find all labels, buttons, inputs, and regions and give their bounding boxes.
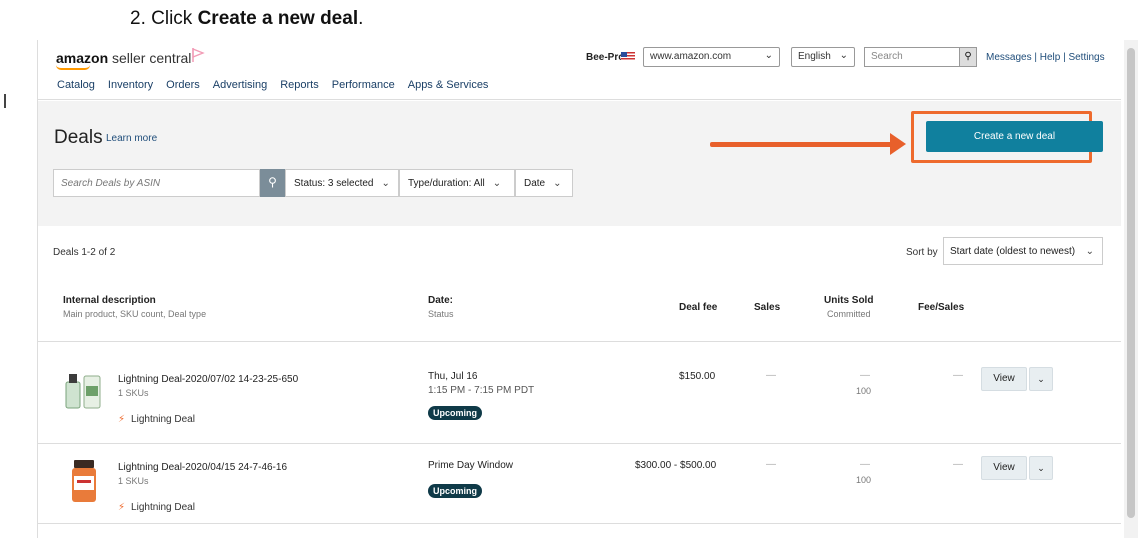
column-fee-sales[interactable]: Fee/Sales — [918, 302, 964, 313]
column-internal-sub: Main product, SKU count, Deal type — [63, 309, 207, 319]
search-icon[interactable]: ⚲ — [959, 47, 977, 67]
flag-icon[interactable] — [191, 47, 205, 63]
lightning-icon: ⚡︎ — [118, 502, 126, 513]
account-name[interactable]: Bee-Pro — [586, 52, 624, 63]
chevron-down-icon: ⌄ — [764, 50, 773, 61]
deal-fee: $150.00 — [679, 371, 716, 382]
language-value: English — [798, 51, 831, 62]
column-deal-fee[interactable]: Deal fee — [679, 302, 717, 313]
chevron-down-icon: ⌄ — [381, 178, 390, 189]
header-links[interactable]: Messages | Help | Settings — [986, 52, 1105, 63]
results-count: Deals 1-2 of 2 — [53, 247, 116, 258]
sales-value: — — [766, 370, 776, 381]
status-badge: Upcoming — [428, 484, 482, 498]
browser-frame: amazon seller central Bee-Pro www.amazon… — [37, 40, 1121, 538]
top-header: amazon seller central Bee-Pro www.amazon… — [38, 40, 1121, 100]
annotation-arrow-head — [890, 133, 906, 155]
product-thumbnail[interactable] — [64, 458, 104, 504]
nav-apps-services[interactable]: Apps & Services — [408, 79, 489, 91]
status-filter-label: Status: 3 selected — [294, 178, 374, 189]
chevron-down-icon: ⌄ — [839, 50, 848, 61]
chevron-down-icon[interactable]: ⌄ — [1029, 367, 1053, 391]
view-button[interactable]: View — [981, 367, 1027, 391]
row-divider — [38, 523, 1121, 524]
sort-by-value: Start date (oldest to newest) — [950, 246, 1076, 257]
chevron-down-icon: ⌄ — [553, 178, 562, 189]
deal-sku-count: 1 SKUs — [118, 476, 149, 486]
date-filter[interactable]: Date ⌄ — [515, 169, 573, 197]
type-filter-label: Type/duration: All — [408, 178, 485, 189]
seller-central-logo[interactable]: amazon seller central — [56, 50, 192, 70]
learn-more-link[interactable]: Learn more — [106, 133, 157, 144]
column-units-sold[interactable]: Units Sold — [824, 295, 873, 306]
sort-by-label: Sort by — [906, 247, 938, 258]
column-date-sub: Status — [428, 309, 454, 319]
annotation-arrow — [710, 142, 895, 147]
deal-type-label: Lightning Deal — [131, 502, 195, 513]
column-date[interactable]: Date: — [428, 295, 453, 306]
type-duration-filter[interactable]: Type/duration: All ⌄ — [399, 169, 515, 197]
units-sold-value: — — [860, 370, 870, 381]
committed-value: 100 — [856, 475, 872, 485]
create-new-deal-button[interactable]: Create a new deal — [926, 121, 1103, 152]
units-sold-value: — — [860, 459, 870, 470]
nav-performance[interactable]: Performance — [332, 79, 395, 91]
table-row: Lightning Deal-2020/07/02 14-23-25-650 1… — [38, 342, 1121, 434]
logo-smile — [56, 65, 90, 70]
instruction-text: 2. Click Create a new deal. — [130, 8, 363, 30]
scrollbar-thumb[interactable] — [1127, 48, 1135, 518]
left-edge-mark — [4, 94, 6, 108]
header-search-input[interactable]: Search — [864, 47, 960, 67]
instruction-suffix: . — [358, 8, 364, 29]
marketplace-value: www.amazon.com — [650, 51, 732, 62]
instruction-prefix: 2. Click — [130, 8, 198, 29]
deal-type: ⚡︎ Lightning Deal — [118, 502, 195, 513]
lightning-icon: ⚡︎ — [118, 414, 126, 425]
nav-orders[interactable]: Orders — [166, 79, 200, 91]
language-select[interactable]: English ⌄ — [791, 47, 855, 67]
committed-value: 100 — [856, 386, 872, 396]
view-button[interactable]: View — [981, 456, 1027, 480]
main-nav: Catalog Inventory Orders Advertising Rep… — [57, 79, 488, 91]
marketplace-select[interactable]: www.amazon.com ⌄ — [643, 47, 780, 67]
status-filter[interactable]: Status: 3 selected ⌄ — [285, 169, 399, 197]
logo-brand: amazon — [56, 50, 109, 66]
asin-search-input[interactable]: Search Deals by ASIN — [53, 169, 260, 197]
column-sales[interactable]: Sales — [754, 302, 780, 313]
deal-type-label: Lightning Deal — [131, 414, 195, 425]
sales-value: — — [766, 459, 776, 470]
column-internal-description[interactable]: Internal description — [63, 295, 156, 306]
deal-date: Thu, Jul 16 — [428, 371, 478, 382]
fee-sales-value: — — [953, 370, 963, 381]
nav-catalog[interactable]: Catalog — [57, 79, 95, 91]
date-filter-label: Date — [524, 178, 546, 189]
deal-type: ⚡︎ Lightning Deal — [118, 414, 195, 425]
chevron-down-icon: ⌄ — [1085, 246, 1094, 257]
nav-advertising[interactable]: Advertising — [213, 79, 267, 91]
deal-sku-count: 1 SKUs — [118, 388, 149, 398]
deal-time: 1:15 PM - 7:15 PM PDT — [428, 385, 535, 396]
nav-inventory[interactable]: Inventory — [108, 79, 153, 91]
instruction-bold: Create a new deal — [197, 8, 359, 29]
chevron-down-icon[interactable]: ⌄ — [1029, 456, 1053, 480]
status-badge: Upcoming — [428, 406, 482, 420]
deal-name-link[interactable]: Lightning Deal-2020/07/02 14-23-25-650 — [118, 374, 298, 385]
page-scrollbar[interactable] — [1124, 40, 1138, 538]
fee-sales-value: — — [953, 459, 963, 470]
product-thumbnail[interactable] — [64, 366, 104, 412]
nav-reports[interactable]: Reports — [280, 79, 319, 91]
deal-date: Prime Day Window — [428, 460, 514, 471]
us-flag-icon — [621, 52, 635, 61]
page-title: Deals — [54, 127, 103, 148]
column-committed: Committed — [827, 309, 871, 319]
deal-name-link[interactable]: Lightning Deal-2020/04/15 24-7-46-16 — [118, 462, 287, 473]
search-icon[interactable]: ⚲ — [260, 169, 285, 197]
chevron-down-icon: ⌄ — [492, 178, 502, 189]
deal-fee: $300.00 - $500.00 — [635, 460, 717, 471]
sort-by-select[interactable]: Start date (oldest to newest) ⌄ — [943, 237, 1103, 265]
logo-sub: seller central — [108, 50, 192, 66]
